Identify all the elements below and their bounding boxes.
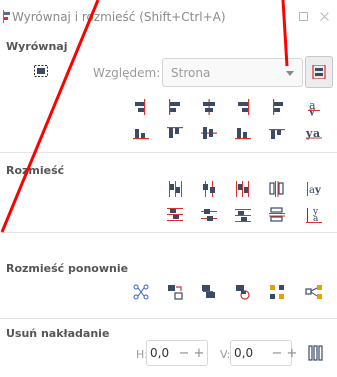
align-baseline-horizontal-text-icon[interactable]: ya: [305, 124, 323, 142]
relative-to-dropdown[interactable]: Strona: [162, 58, 303, 87]
exchange-positions-z-order-icon[interactable]: [200, 283, 218, 301]
distribute-vertical-gaps-icon[interactable]: [268, 206, 286, 224]
svg-text:y: y: [308, 107, 316, 116]
distribute-horizontal-gaps-icon[interactable]: [268, 180, 286, 198]
selection-group-icon: [312, 65, 326, 79]
relative-to-value: Strona: [171, 66, 211, 80]
align-right-edges-to-left-icon[interactable]: [132, 98, 150, 116]
svg-text:y: y: [314, 185, 322, 196]
close-icon[interactable]: [320, 12, 329, 21]
align-left-edges-to-right-icon[interactable]: [268, 98, 286, 116]
align-bottom-edges-icon[interactable]: [234, 124, 252, 142]
align-top-to-bottom-icon[interactable]: [268, 124, 286, 142]
section-heading-rearrange: Rozmieść ponownie: [6, 262, 129, 275]
exchange-positions-icon[interactable]: [166, 283, 184, 301]
section-heading-align: Wyrównaj: [6, 40, 68, 53]
align-top-edges-icon[interactable]: [166, 124, 184, 142]
distribute-centers-vertical-icon[interactable]: [200, 206, 218, 224]
dialog-title: Wyrównaj i rozmieść (Shift+Ctrl+A): [12, 10, 226, 24]
section-heading-remove-overlap: Usuń nakładanie: [6, 327, 110, 340]
separator: [0, 318, 337, 319]
distribute-right-edges-icon[interactable]: [234, 180, 252, 198]
distribute-centers-horizontal-icon[interactable]: [200, 180, 218, 198]
h-gap-increment-button[interactable]: +: [193, 346, 205, 361]
distribute-top-edges-icon[interactable]: [166, 206, 184, 224]
v-gap-label: V:: [220, 348, 231, 361]
h-gap-value: 0,0: [150, 346, 170, 360]
align-left-edges-icon[interactable]: [166, 98, 184, 116]
annotation-line-left: [0, 0, 100, 233]
minimize-icon[interactable]: [299, 12, 308, 21]
center-vertical-axis-icon[interactable]: [200, 98, 218, 116]
v-gap-value: 0,0: [234, 346, 254, 360]
align-dialog-icon: [3, 10, 10, 23]
separator: [0, 232, 337, 233]
relative-to-label: Względem:: [93, 66, 161, 80]
randomize-positions-icon[interactable]: [268, 283, 286, 301]
v-gap-increment-button[interactable]: +: [286, 346, 298, 361]
v-gap-decrement-button[interactable]: −: [271, 346, 283, 361]
distribute-baselines-horizontal-icon[interactable]: ay: [305, 180, 323, 198]
distribute-left-edges-icon[interactable]: [166, 180, 184, 198]
align-bottom-to-top-icon[interactable]: [132, 124, 150, 142]
section-heading-distribute: Rozmieść: [6, 164, 65, 177]
treat-selection-as-group-toggle[interactable]: [305, 56, 333, 88]
exchange-positions-clockwise-icon[interactable]: [234, 283, 252, 301]
graph-layout-icon[interactable]: [132, 283, 150, 301]
chevron-down-icon: [286, 71, 294, 76]
align-right-edges-icon[interactable]: [234, 98, 252, 116]
h-gap-decrement-button[interactable]: −: [178, 346, 190, 361]
unclump-objects-icon[interactable]: [305, 283, 323, 301]
remove-overlaps-icon[interactable]: [307, 344, 325, 362]
dialog-titlebar: Wyrównaj i rozmieść (Shift+Ctrl+A): [0, 0, 337, 34]
distribute-baselines-vertical-icon[interactable]: ya: [305, 206, 323, 224]
svg-text:a: a: [313, 214, 319, 224]
distribute-bottom-edges-icon[interactable]: [234, 206, 252, 224]
relative-to-icon: [34, 65, 48, 77]
center-horizontal-axis-icon[interactable]: [200, 124, 218, 142]
separator: [0, 152, 337, 153]
align-baseline-vertical-text-icon[interactable]: ay: [305, 98, 323, 116]
